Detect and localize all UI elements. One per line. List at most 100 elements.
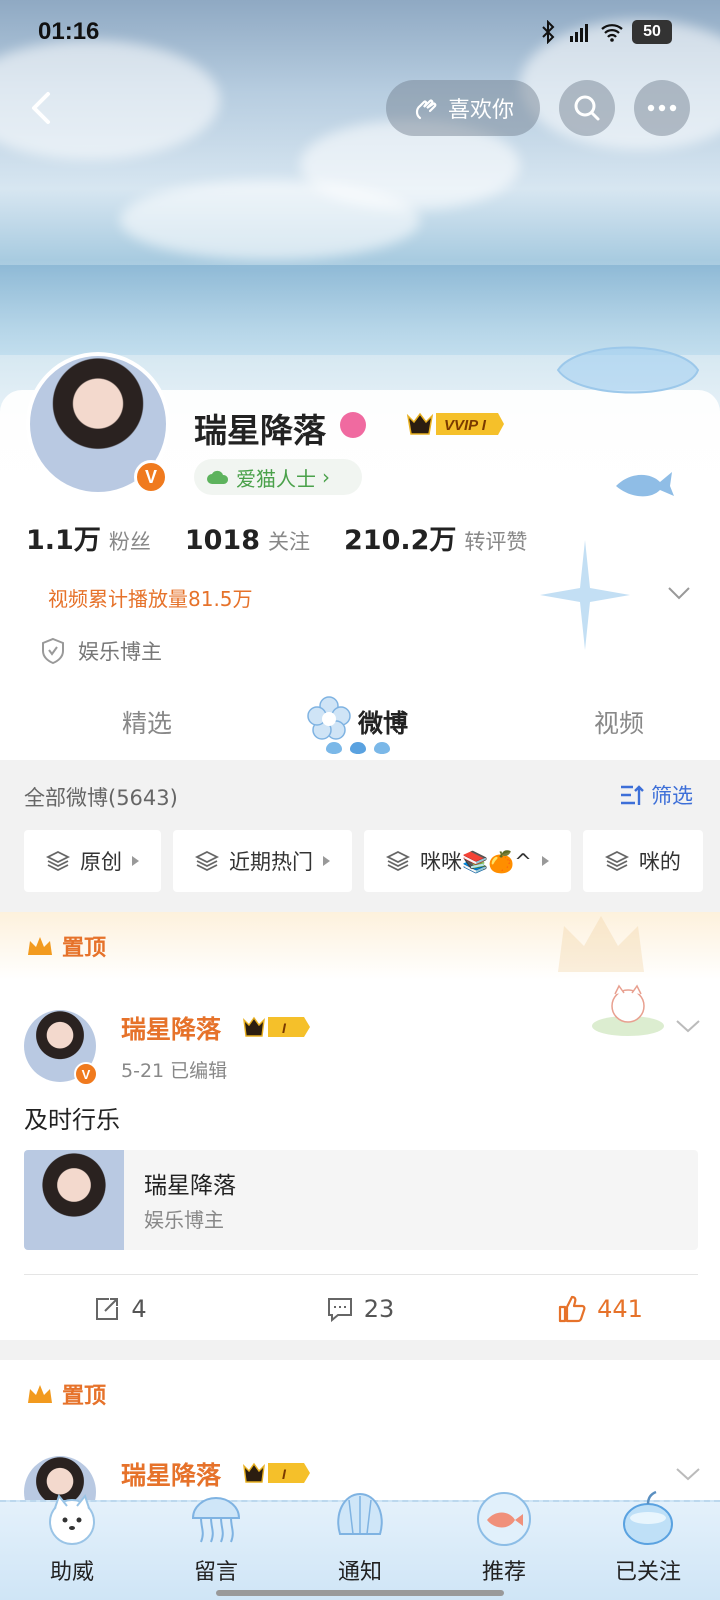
chevron-down-icon[interactable] xyxy=(675,1018,701,1034)
post-card xyxy=(0,1360,720,1500)
chip-mide[interactable]: 咪的 xyxy=(582,830,703,892)
comment-button[interactable]: 23 xyxy=(240,1276,480,1342)
shared-profile-thumbnail xyxy=(24,1150,124,1250)
following-label[interactable]: 关注 xyxy=(268,526,310,556)
like-count: 441 xyxy=(597,1295,643,1323)
shared-profile-card[interactable]: 瑞星降落 娱乐博主 xyxy=(24,1150,698,1250)
chevron-right-icon: › xyxy=(322,465,330,489)
dog-icon xyxy=(49,1493,95,1545)
post-actions: 4 23 441 xyxy=(0,1276,720,1342)
crown-icon xyxy=(28,937,52,955)
chevron-down-icon[interactable] xyxy=(667,585,691,601)
followers-count[interactable]: 1.1万 xyxy=(26,518,101,557)
more-dots-icon xyxy=(647,104,677,112)
nav-item-message[interactable]: 留言 xyxy=(144,1497,288,1600)
wifi-icon xyxy=(601,24,623,42)
caret-right-icon xyxy=(132,856,139,866)
pinned-label: 置顶 xyxy=(26,930,106,962)
layers-icon xyxy=(386,850,410,872)
filter-button[interactable]: 筛选 xyxy=(619,780,693,810)
nav-item-notification[interactable]: 通知 xyxy=(288,1492,432,1600)
chip-recent-hot[interactable]: 近期热门 xyxy=(173,830,352,892)
role-row[interactable]: 娱乐博主 xyxy=(40,636,162,666)
nav-item-cheer[interactable]: 助威 xyxy=(0,1493,144,1600)
search-button[interactable] xyxy=(559,80,615,136)
post-text: 及时行乐 xyxy=(24,1106,120,1134)
nav-item-recommend[interactable]: 推荐 xyxy=(432,1492,576,1600)
repost-icon xyxy=(96,1298,119,1320)
fish-bubble-icon xyxy=(477,1492,531,1546)
filter-chips: 原创 近期热门 咪咪📚🍊^ 咪的 xyxy=(24,830,703,892)
like-button[interactable]: 441 xyxy=(480,1276,720,1342)
flower-icon xyxy=(307,696,351,740)
pinned-text: 置顶 xyxy=(62,1384,107,1409)
profile-stats: 1.1万 粉丝 1018 关注 210.2万 转评赞 xyxy=(26,518,561,557)
search-icon xyxy=(574,95,600,121)
interest-tag-label: 爱猫人士 xyxy=(236,466,316,491)
apple-icon xyxy=(623,1490,673,1545)
verified-badge: V xyxy=(134,460,168,494)
fish-decoration xyxy=(616,472,674,497)
like-you-label: 喜欢你 xyxy=(447,98,514,123)
chip-label: 近期热门 xyxy=(229,850,313,874)
cat-sticker xyxy=(592,984,664,1036)
nav-label: 推荐 xyxy=(481,1560,526,1585)
home-indicator[interactable] xyxy=(216,1590,504,1596)
post-author-name[interactable]: 瑞星降落 xyxy=(121,1010,221,1046)
divider xyxy=(24,1274,698,1275)
nav-item-following[interactable]: 已关注 xyxy=(576,1490,720,1600)
shield-check-icon xyxy=(42,637,64,665)
interactions-label: 转评赞 xyxy=(464,530,528,554)
post-meta: 5-21 已编辑 xyxy=(121,1060,228,1082)
layers-icon xyxy=(46,850,70,872)
battery-indicator: 50 xyxy=(632,20,672,44)
caret-right-icon xyxy=(323,856,330,866)
comment-count: 23 xyxy=(363,1295,395,1323)
pinned-text: 置顶 xyxy=(62,936,107,961)
chip-label: 咪的 xyxy=(638,850,681,874)
chip-label: 原创 xyxy=(80,850,122,874)
signal-icon xyxy=(570,24,588,42)
filter-label: 筛选 xyxy=(651,784,693,808)
back-arrow-icon[interactable] xyxy=(22,88,62,128)
tab-video[interactable]: 视频 xyxy=(594,704,644,740)
interactions-count: 210.2万 xyxy=(344,525,457,556)
post-verified-badge: V xyxy=(74,1062,98,1086)
chevron-down-icon[interactable] xyxy=(675,1466,701,1482)
filter-sort-icon xyxy=(621,785,644,805)
pinned-label: 置顶 xyxy=(26,1378,106,1410)
role-label: 娱乐博主 xyxy=(78,640,162,664)
nav-label: 通知 xyxy=(337,1560,382,1585)
nav-label: 助威 xyxy=(49,1560,94,1585)
profile-name: 瑞星降落 xyxy=(194,411,326,450)
nav-label: 已关注 xyxy=(614,1560,681,1585)
nav-label: 留言 xyxy=(193,1560,238,1585)
chip-mimi[interactable]: 咪咪📚🍊^ xyxy=(364,830,571,892)
tab-featured[interactable]: 精选 xyxy=(122,704,172,740)
crown-decoration xyxy=(558,916,644,972)
like-you-button[interactable]: 喜欢你 xyxy=(386,80,540,136)
crown-icon xyxy=(28,1385,52,1403)
following-count[interactable]: 1018 xyxy=(185,525,260,556)
pink-badge-icon[interactable] xyxy=(340,412,366,438)
vvip-label: VVIP I xyxy=(444,417,487,434)
jellyfish-icon xyxy=(191,1497,241,1543)
vvip-crown-badge[interactable]: VVIP I xyxy=(406,410,506,438)
layers-icon xyxy=(195,850,219,872)
repost-count: 4 xyxy=(131,1295,147,1323)
indicator-dot xyxy=(374,742,390,754)
repost-button[interactable]: 4 xyxy=(0,1276,240,1342)
chip-label: 咪咪📚🍊^ xyxy=(420,850,532,874)
chip-original[interactable]: 原创 xyxy=(24,830,161,892)
shared-profile-subtitle: 娱乐博主 xyxy=(144,1208,224,1232)
status-time: 01:16 xyxy=(38,18,100,45)
more-button[interactable] xyxy=(634,80,690,136)
followers-label[interactable]: 粉丝 xyxy=(109,526,151,556)
vip-crown-badge[interactable]: I xyxy=(242,1014,312,1040)
post-author-name[interactable]: 瑞星降落 xyxy=(121,1456,221,1492)
indicator-dot xyxy=(326,742,342,754)
interest-tag[interactable]: 爱猫人士 › xyxy=(194,459,362,495)
tab-weibo[interactable]: 微博 xyxy=(358,704,408,740)
glass-slipper-decoration xyxy=(556,346,700,394)
vip-crown-badge[interactable]: I xyxy=(242,1460,312,1486)
